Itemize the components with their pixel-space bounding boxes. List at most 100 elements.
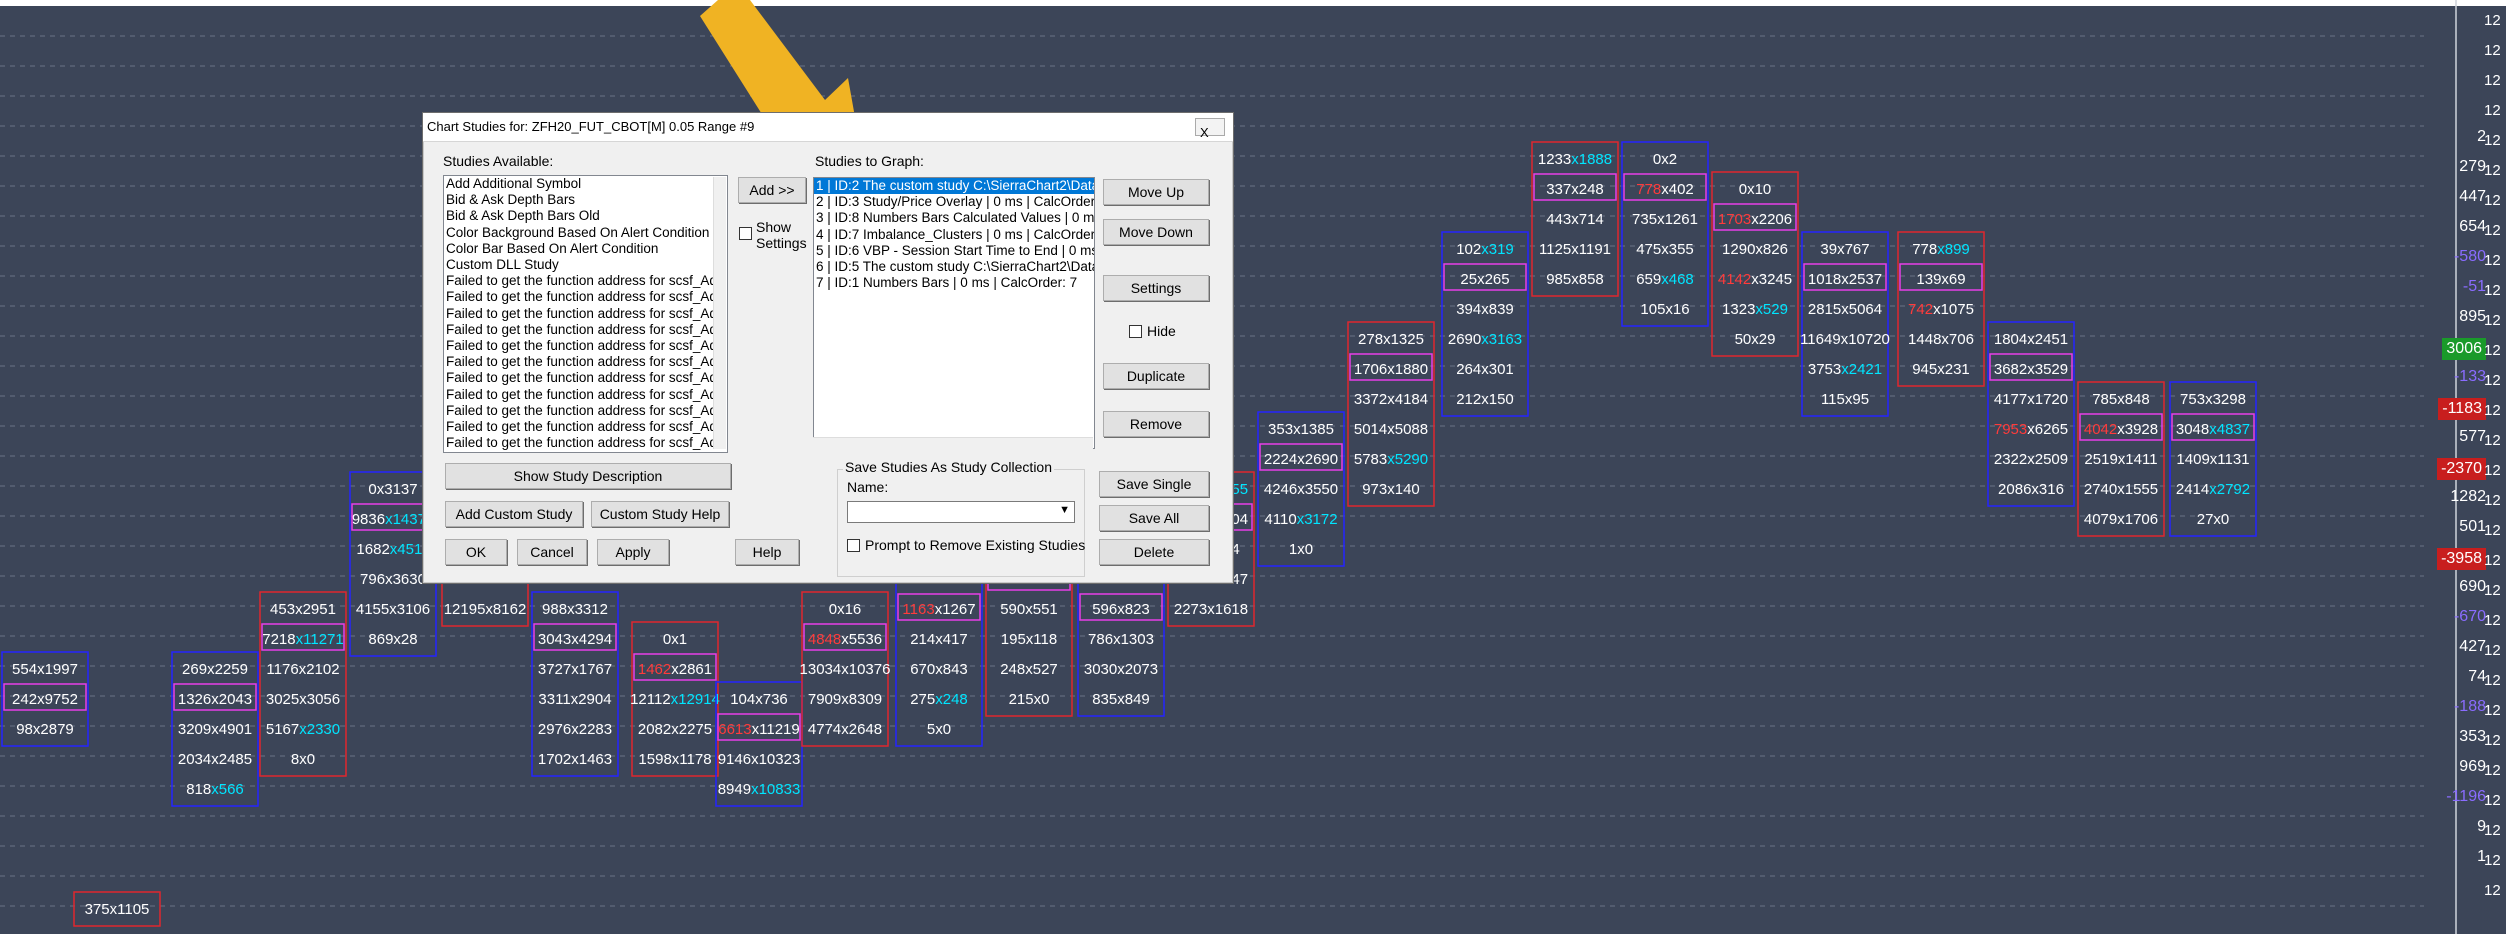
footprint-cell: 6613x11219 <box>718 721 799 738</box>
move-down-button[interactable]: Move Down <box>1103 219 1209 245</box>
footprint-cell: 5167x2330 <box>266 721 340 738</box>
available-study-item[interactable]: Bid & Ask Depth Bars <box>444 192 727 208</box>
footprint-cell: 3753x2421 <box>1808 361 1882 378</box>
available-scrollbar[interactable] <box>713 177 726 449</box>
available-study-item[interactable]: Failed to get the function address for s… <box>444 322 727 338</box>
available-study-item[interactable]: Failed to get the function address for s… <box>444 306 727 322</box>
chevron-down-icon: ▼ <box>1059 504 1070 516</box>
available-study-item[interactable]: Bid & Ask Depth Bars Old <box>444 208 727 224</box>
move-up-button[interactable]: Move Up <box>1103 179 1209 205</box>
price-label: 12 <box>2484 252 2501 269</box>
footprint-cell: 1233x1888 <box>1538 151 1612 168</box>
footprint-cell: 0x1 <box>663 631 687 648</box>
dialog-titlebar[interactable]: Chart Studies for: ZFH20_FUT_CBOT[M] 0.0… <box>423 113 1233 142</box>
available-study-item[interactable]: Failed to get the function address for s… <box>444 403 727 419</box>
chart-studies-dialog[interactable]: Chart Studies for: ZFH20_FUT_CBOT[M] 0.0… <box>422 112 1234 584</box>
available-study-item[interactable]: Failed to get the function address for s… <box>444 370 727 386</box>
available-study-item[interactable]: Failed to get the function address for s… <box>444 289 727 305</box>
footprint-cell: 25x265 <box>1460 271 1509 288</box>
footprint-cell: 554x1997 <box>12 661 78 678</box>
footprint-cell: 1804x2451 <box>1994 331 2068 348</box>
add-button[interactable]: Add >> <box>738 177 806 203</box>
axis-volume-value: -3958 <box>2437 548 2486 570</box>
available-study-item[interactable]: Failed to get the function address for s… <box>444 273 727 289</box>
footprint-cell: 248x527 <box>1000 661 1058 678</box>
close-button[interactable]: X <box>1195 118 1225 140</box>
available-study-item[interactable]: Failed to get the function address for s… <box>444 435 727 451</box>
graph-study-item[interactable]: 1 | ID:2 The custom study C:\SierraChart… <box>814 178 1094 195</box>
footprint-cell: 735x1261 <box>1632 211 1698 228</box>
graph-hscrollbar[interactable] <box>813 437 1093 450</box>
collection-name-select[interactable]: ▼ <box>847 501 1075 523</box>
price-label: 12 <box>2484 642 2501 659</box>
price-label: 12 <box>2484 102 2501 119</box>
axis-volume-value: 895 <box>2459 308 2486 325</box>
graph-study-item[interactable]: 6 | ID:5 The custom study C:\SierraChart… <box>814 259 1094 275</box>
footprint-cell: 269x2259 <box>182 661 248 678</box>
footprint-cell: 50x29 <box>1735 331 1776 348</box>
price-label: 12 <box>2484 672 2501 689</box>
footprint-cell: 1163x1267 <box>902 601 975 618</box>
graph-study-item[interactable]: 2 | ID:3 Study/Price Overlay | 0 ms | Ca… <box>814 194 1094 210</box>
duplicate-button[interactable]: Duplicate <box>1103 363 1209 389</box>
footprint-cell: 105x16 <box>1640 301 1689 318</box>
save-all-button[interactable]: Save All <box>1099 505 1209 531</box>
prompt-remove-checkbox[interactable] <box>847 539 860 552</box>
footprint-cell: 104x736 <box>730 691 788 708</box>
save-single-button[interactable]: Save Single <box>1099 471 1209 497</box>
footprint-cell: 7218x11271 <box>262 631 343 648</box>
footprint-cell: 1702x1463 <box>538 751 612 768</box>
bar-outline <box>1621 141 1709 327</box>
delete-button[interactable]: Delete <box>1099 539 1209 565</box>
available-study-item[interactable]: Color Bar Based On Alert Condition <box>444 241 727 257</box>
graph-study-item[interactable]: 3 | ID:8 Numbers Bars Calculated Values … <box>814 210 1094 226</box>
price-label: 12 <box>2484 42 2501 59</box>
show-study-description-button[interactable]: Show Study Description <box>445 463 731 489</box>
apply-button[interactable]: Apply <box>597 539 669 565</box>
available-study-item[interactable]: Failed to get the function address for s… <box>444 354 727 370</box>
graph-study-item[interactable]: 5 | ID:6 VBP - Session Start Time to End… <box>814 243 1094 259</box>
footprint-cell: 1462x2861 <box>638 661 712 678</box>
footprint-cell: 4155x3106 <box>356 601 430 618</box>
available-study-item[interactable]: Failed to get the function address for s… <box>444 419 727 435</box>
footprint-cell: 1682x4511 <box>356 541 429 558</box>
remove-button[interactable]: Remove <box>1103 411 1209 437</box>
hide-checkbox[interactable] <box>1129 325 1142 338</box>
graph-study-item[interactable]: 7 | ID:1 Numbers Bars | 0 ms | CalcOrder… <box>814 275 1094 291</box>
axis-volume-value: 1282 <box>2450 488 2486 505</box>
available-study-item[interactable]: Failed to get the function address for s… <box>444 387 727 403</box>
cancel-button[interactable]: Cancel <box>517 539 587 565</box>
footprint-cell: 5x0 <box>927 721 951 738</box>
bar-outline <box>1347 321 1435 507</box>
studies-to-graph-label: Studies to Graph: <box>815 153 924 169</box>
price-label: 12 <box>2484 552 2501 569</box>
footprint-cell: 3025x3056 <box>266 691 340 708</box>
ok-button[interactable]: OK <box>445 539 507 565</box>
footprint-cell: 115x95 <box>1821 391 1869 408</box>
footprint-cell: 0x16 <box>829 601 862 618</box>
help-button[interactable]: Help <box>735 539 799 565</box>
available-study-item[interactable]: Color Background Based On Alert Conditio… <box>444 225 727 241</box>
axis-volume-value: -133 <box>2453 368 2486 385</box>
price-label: 12 <box>2484 492 2501 509</box>
studies-to-graph-list[interactable]: 1 | ID:2 The custom study C:\SierraChart… <box>813 177 1095 449</box>
price-label: 12 <box>2484 282 2501 299</box>
show-settings-checkbox[interactable] <box>739 227 752 240</box>
graph-study-item[interactable]: 4 | ID:7 Imbalance_Clusters | 0 ms | Cal… <box>814 227 1094 243</box>
footprint-cell: 353x1385 <box>1268 421 1334 438</box>
available-study-item[interactable]: Add Additional Symbol <box>444 176 727 192</box>
axis-volume-value: -51 <box>2462 278 2486 295</box>
available-study-item[interactable]: Custom DLL Study <box>444 257 727 273</box>
footprint-cell: 1703x2206 <box>1718 211 1792 228</box>
price-axis[interactable]: 2 279 447 654 -580 -51 895 3006 -133 -1183 577 -237… <box>2424 0 2506 934</box>
footprint-cell: 945x231 <box>1912 361 1970 378</box>
available-study-item[interactable]: Failed to get the function address for s… <box>444 338 727 354</box>
footprint-chart[interactable]: 554x1997 242x9752 98x2879 375x1105 269x2259 1… <box>0 0 2506 934</box>
studies-available-list[interactable]: Add Additional Symbol Bid & Ask Depth Bar… <box>443 175 728 453</box>
custom-study-help-button[interactable]: Custom Study Help <box>591 501 729 527</box>
footprint-cell: 1448x706 <box>1908 331 1974 348</box>
save-collection-label: Save Studies As Study Collection <box>843 459 1055 475</box>
add-custom-study-button[interactable]: Add Custom Study <box>445 501 583 527</box>
settings-button[interactable]: Settings <box>1103 275 1209 301</box>
price-label: 12 <box>2484 702 2501 719</box>
